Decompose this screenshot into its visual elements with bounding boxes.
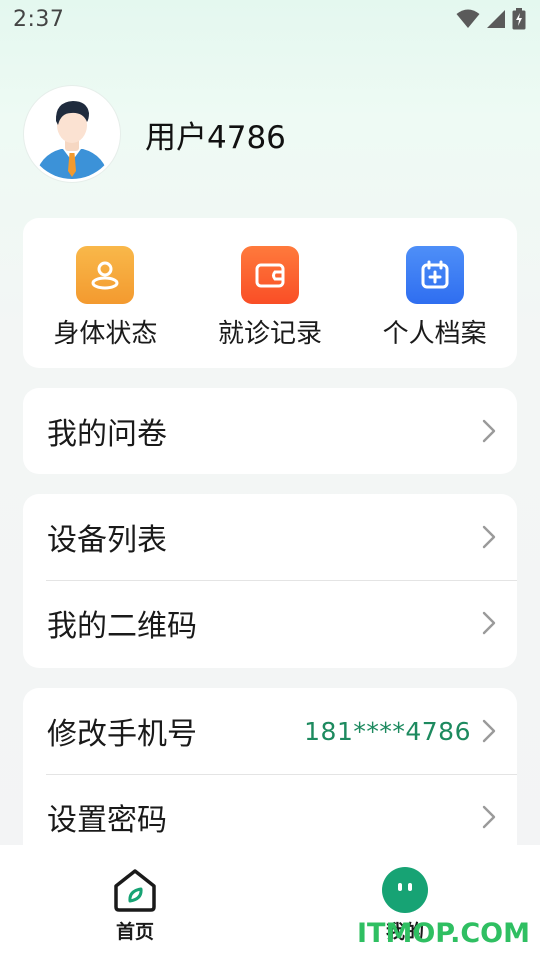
- quick-action-label: 个人档案: [382, 319, 487, 349]
- battery-icon: [512, 8, 526, 30]
- divider: [46, 774, 517, 775]
- menu-item-label: 我的问卷: [47, 417, 167, 452]
- username: 用户4786: [145, 119, 286, 156]
- menu-item-label: 设备列表: [47, 523, 167, 558]
- questionnaire-card: 我的问卷: [23, 388, 517, 474]
- tab-home[interactable]: 首页: [0, 845, 270, 960]
- calendar-plus-icon: [405, 246, 464, 304]
- phone-number: 181****4786: [304, 716, 471, 746]
- mine-icon: [382, 867, 428, 913]
- profile-header[interactable]: 用户4786: [24, 86, 286, 182]
- quick-action-body-status[interactable]: 身体状态: [23, 218, 188, 368]
- status-icons: [456, 8, 526, 30]
- chevron-right-icon: [482, 525, 496, 549]
- quick-action-visit-records[interactable]: 就诊记录: [188, 218, 353, 368]
- person-icon: [76, 246, 135, 304]
- menu-item-label: 我的二维码: [47, 609, 197, 644]
- menu-item-device-list[interactable]: 设备列表: [23, 494, 517, 580]
- menu-item-change-phone[interactable]: 修改手机号 181****4786: [23, 688, 517, 774]
- avatar-icon[interactable]: [24, 86, 120, 182]
- signal-icon: [487, 10, 505, 28]
- wifi-icon: [456, 9, 480, 28]
- wallet-icon: [241, 246, 299, 304]
- chevron-right-icon: [482, 611, 496, 635]
- status-time: 2:37: [13, 6, 65, 32]
- menu-item-qr-code[interactable]: 我的二维码: [23, 580, 517, 666]
- quick-action-personal-file[interactable]: 个人档案: [352, 218, 517, 368]
- home-icon: [114, 869, 156, 912]
- tab-home-label: 首页: [115, 921, 154, 943]
- chevron-right-icon: [482, 419, 496, 443]
- quick-actions-card: 身体状态 就诊记录 个人档案: [23, 218, 517, 368]
- chevron-right-icon: [482, 719, 496, 743]
- chevron-right-icon: [482, 805, 496, 829]
- quick-action-label: 就诊记录: [218, 319, 323, 349]
- divider: [46, 580, 517, 581]
- menu-item-questionnaire[interactable]: 我的问卷: [23, 388, 517, 474]
- menu-item-label: 设置密码: [47, 803, 167, 838]
- quick-action-label: 身体状态: [53, 319, 158, 349]
- menu-item-label: 修改手机号: [47, 717, 197, 752]
- watermark: ITMOP.COM: [356, 918, 530, 949]
- device-card: 设备列表 我的二维码: [23, 494, 517, 668]
- status-bar: 2:37: [0, 0, 540, 38]
